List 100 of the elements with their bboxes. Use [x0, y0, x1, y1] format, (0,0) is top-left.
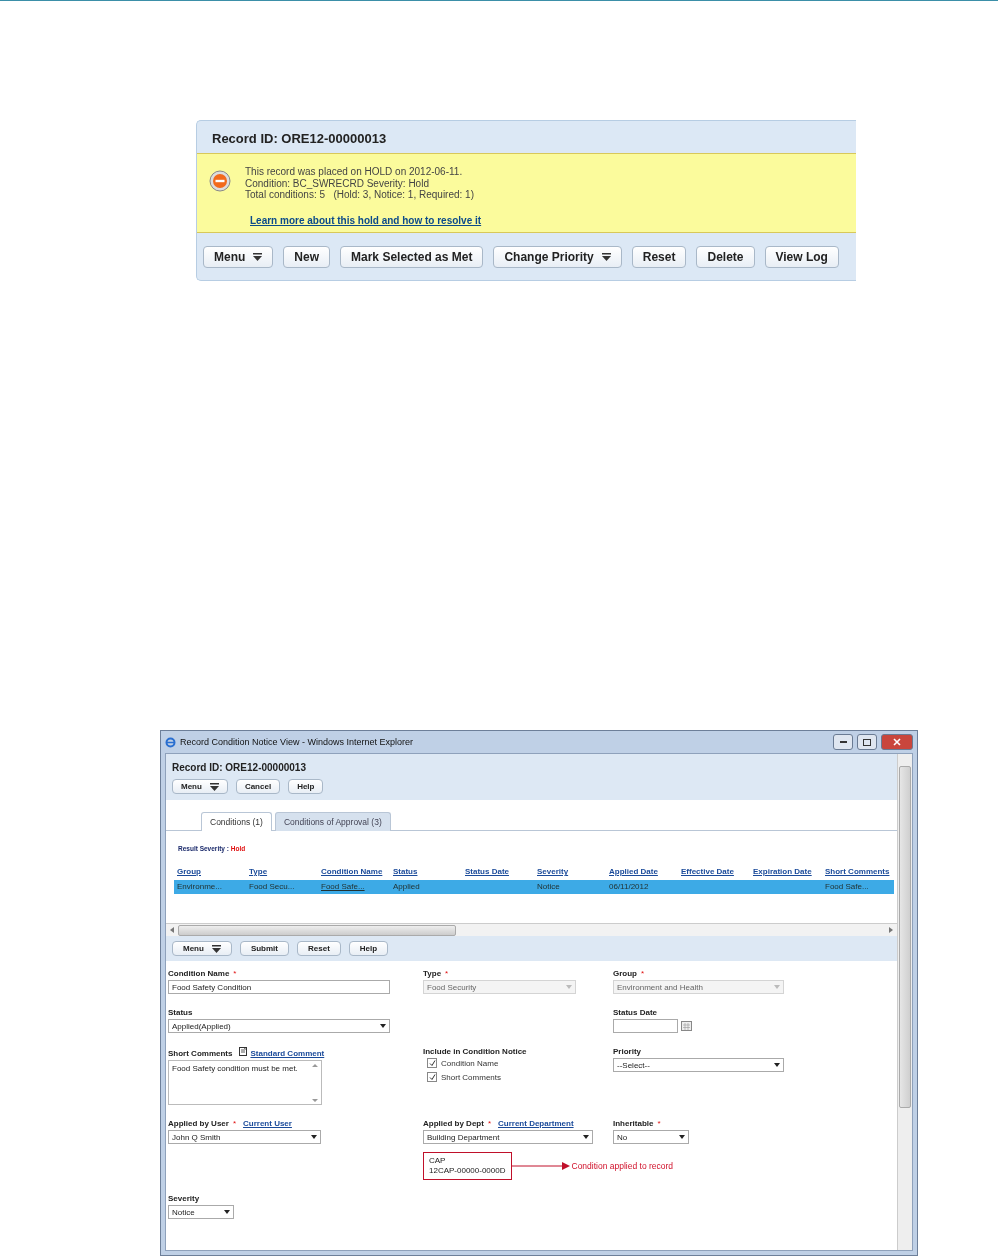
tab[interactable]: Conditions (1) [201, 812, 272, 831]
column-header[interactable]: Expiration Date [750, 864, 822, 880]
toolbar-button[interactable]: Help [288, 779, 324, 794]
column-header[interactable]: Effective Date [678, 864, 750, 880]
text-field[interactable]: Food Safety Condition [168, 980, 390, 994]
horizontal-scrollbar[interactable] [166, 923, 897, 936]
field-label: Status Date [613, 1008, 657, 1017]
dropdown-field[interactable]: Applied(Applied) [168, 1019, 390, 1033]
column-header[interactable]: Status [390, 864, 462, 880]
table-cell: Food Secu... [246, 880, 318, 894]
menu-button[interactable]: Change Priority [493, 246, 622, 268]
table-cell: Notice [534, 880, 606, 894]
column-header[interactable]: Severity [534, 864, 606, 880]
caret-icon [253, 253, 263, 261]
calendar-icon[interactable] [681, 1021, 692, 1031]
column-header[interactable]: Group [174, 864, 246, 880]
dropdown-field[interactable]: Building Department [423, 1130, 593, 1144]
dropdown-arrow-icon [380, 1024, 386, 1028]
caret-icon [209, 782, 219, 791]
dropdown-arrow-icon [566, 985, 572, 989]
record-title: Record ID: ORE12-00000013 [211, 130, 388, 148]
field-label: Applied by User [168, 1119, 229, 1128]
browser-icon [165, 736, 176, 748]
column-header[interactable]: Condition Name [318, 864, 390, 880]
maximize-button[interactable] [857, 734, 877, 750]
comment-icon [239, 1047, 249, 1056]
table-cell: 06/11/2012 [606, 880, 678, 894]
toolbar-button[interactable]: Submit [239, 941, 289, 956]
table-cell: Applied [390, 880, 462, 894]
field-label: Condition Name [168, 969, 230, 978]
dropdown-arrow-icon [311, 1135, 317, 1139]
menu-button[interactable]: Menu [203, 246, 274, 268]
checkbox[interactable] [427, 1072, 437, 1082]
checkbox-label: Short Comments [441, 1072, 502, 1082]
field-label: Short Comments [168, 1049, 233, 1058]
required-marker: * [445, 969, 449, 978]
record-title: Record ID: ORE12-00000013 [172, 762, 307, 773]
dropdown-field[interactable]: Notice [168, 1205, 234, 1219]
hold-message: This record was placed on HOLD on 2012-06-11. [245, 166, 464, 178]
scroll-right-icon[interactable] [889, 927, 893, 933]
field-label: Inheritable [613, 1119, 654, 1128]
maximize-icon [863, 738, 871, 746]
stop-icon [209, 170, 231, 192]
close-button[interactable] [881, 734, 913, 750]
close-icon [893, 738, 901, 746]
scroll-left-icon[interactable] [170, 927, 174, 933]
table-cell: Food Safe... [822, 880, 894, 894]
dropdown-arrow-icon [774, 1063, 780, 1067]
column-header[interactable]: Status Date [462, 864, 534, 880]
dropdown-field[interactable]: --Select-- [613, 1058, 784, 1072]
vertical-scrollbar[interactable] [897, 754, 912, 1250]
field-label: Applied by Dept [423, 1119, 484, 1128]
dropdown-arrow-icon [583, 1135, 589, 1139]
column-header[interactable]: Applied Date [606, 864, 678, 880]
callout-note: Condition applied to record [571, 1161, 674, 1171]
field-link[interactable]: Current Department [498, 1119, 574, 1128]
dropdown-arrow-icon [679, 1135, 685, 1139]
field-label: Priority [613, 1047, 641, 1056]
toolbar-button[interactable]: Reset [631, 246, 687, 268]
menu-button[interactable]: Menu [172, 779, 228, 794]
scroll-arrows-icon [312, 1063, 318, 1103]
comment-textarea[interactable]: Food Safety condition must be met. [168, 1060, 322, 1105]
dropdown-field[interactable]: No [613, 1130, 689, 1144]
window-title: Record Condition Notice View - Windows Internet Explorer [180, 737, 414, 747]
toolbar-button[interactable]: Mark Selected as Met [340, 246, 484, 268]
toolbar-button[interactable]: Delete [696, 246, 755, 268]
field-link[interactable]: Standard Comment [239, 1047, 325, 1058]
toolbar-button[interactable]: Help [348, 941, 389, 956]
dropdown-arrow-icon [774, 985, 780, 989]
dropdown-field[interactable]: John Q Smith [168, 1130, 321, 1144]
column-header[interactable]: Type [246, 864, 318, 880]
column-header[interactable]: Short Comments [822, 864, 894, 880]
toolbar-button[interactable]: View Log [764, 246, 839, 268]
minimize-icon [839, 740, 847, 744]
table-cell: Environme... [174, 880, 246, 894]
hold-message: Total conditions: 5 (Hold: 3, Notice: 1, Required: 1) [245, 189, 475, 201]
checkbox-label: Condition Name [441, 1058, 499, 1068]
arrow-icon [511, 1162, 570, 1170]
condition-link[interactable]: Food Safe... [321, 882, 365, 891]
field-link[interactable]: Current User [243, 1119, 292, 1128]
record-number-callout: CAP 12CAP-00000-0000D [423, 1152, 512, 1180]
field-label: Group [613, 969, 637, 978]
caret-icon [601, 253, 611, 261]
help-link[interactable]: Learn more about this hold and how to resolve it [250, 214, 482, 226]
minimize-button[interactable] [833, 734, 853, 750]
field-label: Type [423, 969, 442, 978]
field-label: Severity [168, 1194, 200, 1203]
dropdown-arrow-icon [224, 1210, 230, 1214]
toolbar-button[interactable]: New [283, 246, 331, 268]
tab[interactable]: Conditions of Approval (3) [274, 812, 391, 831]
checkbox[interactable] [427, 1058, 437, 1068]
toolbar-button[interactable]: Cancel [235, 779, 281, 794]
required-marker: * [233, 969, 237, 978]
hold-message: Condition: BC_SWRECRD Severity: Hold [245, 177, 430, 189]
caret-icon [211, 944, 221, 953]
required-marker: * [641, 969, 645, 978]
date-field[interactable] [613, 1019, 678, 1033]
menu-button[interactable]: Menu [172, 941, 232, 956]
field-label: Status [168, 1008, 193, 1017]
toolbar-button[interactable]: Reset [297, 941, 341, 956]
